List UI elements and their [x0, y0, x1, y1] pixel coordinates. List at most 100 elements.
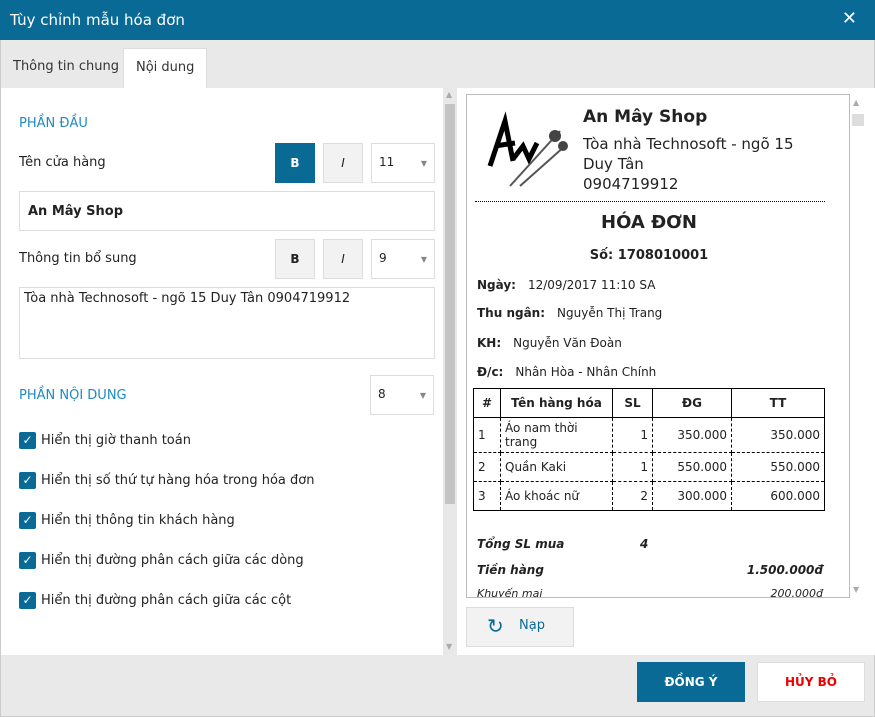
refresh-icon: ↻ [487, 614, 504, 638]
phone-line: 0904719912 [583, 175, 679, 193]
cell: 1 [612, 417, 653, 453]
address-row: Đ/c: Nhân Hòa - Nhân Chính [477, 365, 656, 379]
ok-button[interactable]: ĐỒNG Ý [637, 662, 745, 702]
checkbox-checked-icon[interactable]: ✓ [19, 592, 36, 609]
option-item-index[interactable]: ✓ Hiển thị số thứ tự hàng hóa trong hóa đ… [19, 472, 314, 489]
invoice-title: HÓA ĐƠN [601, 212, 697, 233]
content-size-select[interactable]: 8 ▼ [370, 375, 434, 415]
divider [475, 201, 825, 202]
option-label: Hiển thị đường phân cách giữa các cột [41, 593, 292, 608]
preview-shop-name: An Mây Shop [583, 107, 708, 127]
scroll-up-icon[interactable]: ▲ [446, 90, 452, 99]
cell: 350.000 [731, 417, 825, 453]
cell: 1 [612, 452, 653, 482]
table-row: 1 Áo nam thời trang 1 350.000 350.000 [473, 417, 825, 453]
invoice-preview: An Mây Shop Tòa nhà Technosoft - ngõ 15 D… [466, 94, 850, 598]
cell: 300.000 [652, 481, 732, 511]
size-value: 8 [378, 387, 386, 401]
extra-info-italic-button[interactable]: I [323, 239, 363, 279]
address-value: Nhân Hòa - Nhân Chính [515, 365, 657, 379]
cashier-row: Thu ngân: Nguyễn Thị Trang [477, 306, 662, 320]
settings-scrollbar[interactable]: ▲ ▼ [443, 88, 457, 655]
option-label: Hiển thị thông tin khách hàng [41, 513, 235, 528]
cell: Quần Kaki [500, 452, 613, 482]
store-name-input[interactable]: An Mây Shop [19, 191, 435, 231]
checkbox-checked-icon[interactable]: ✓ [19, 552, 36, 569]
scrollbar-thumb[interactable] [445, 104, 455, 504]
total-qty-value: 4 [640, 537, 649, 551]
scroll-up-icon[interactable]: ▲ [853, 98, 859, 107]
total-qty-label: Tổng SL mua [477, 537, 565, 551]
date-label: Ngày: [477, 278, 516, 292]
date-row: Ngày: 12/09/2017 11:10 SA [477, 278, 655, 292]
subtotal-value: 1.500.000đ [746, 563, 823, 577]
discount-value: 200.000đ [770, 587, 823, 598]
customer-value: Nguyễn Văn Đoàn [513, 336, 622, 350]
customer-row: KH: Nguyễn Văn Đoàn [477, 336, 622, 350]
cell: 350.000 [652, 417, 732, 453]
address-line: Tòa nhà Technosoft - ngõ 15 [583, 135, 794, 153]
section-header-title: PHẦN ĐẦU [19, 116, 88, 131]
col-qty: SL [612, 388, 653, 418]
option-payment-time[interactable]: ✓ Hiển thị giờ thanh toán [19, 432, 191, 449]
store-name-size-select[interactable]: 11 ▼ [371, 143, 435, 183]
preview-scrollbar[interactable]: ▲ ▼ [850, 94, 866, 598]
option-column-separator[interactable]: ✓ Hiển thị đường phân cách giữa các cột [19, 592, 291, 609]
items-table: # Tên hàng hóa SL ĐG TT 1 Áo nam thời tra… [473, 388, 825, 511]
settings-panel: PHẦN ĐẦU Tên cửa hàng B I 11 ▼ An Mây Sho… [0, 88, 443, 655]
checkbox-checked-icon[interactable]: ✓ [19, 512, 36, 529]
scroll-down-icon[interactable]: ▼ [446, 642, 452, 651]
preview-shop-info: Tòa nhà Technosoft - ngõ 15 Duy Tân 090471… [583, 134, 794, 194]
cell: 3 [473, 481, 501, 511]
chevron-down-icon: ▼ [419, 391, 426, 400]
size-value: 9 [379, 251, 387, 265]
close-icon[interactable]: ✕ [842, 8, 857, 29]
option-label: Hiển thị giờ thanh toán [41, 433, 191, 448]
table-row: 2 Quần Kaki 1 550.000 550.000 [473, 452, 825, 482]
cell: 2 [612, 481, 653, 511]
cell: Áo khoác nữ [500, 481, 613, 511]
cell: 1 [473, 417, 501, 453]
tab-content[interactable]: Nội dung [123, 48, 208, 88]
address-line: Duy Tân [583, 155, 644, 173]
extra-info-size-select[interactable]: 9 ▼ [371, 239, 435, 279]
cashier-label: Thu ngân: [477, 306, 546, 320]
cell: 2 [473, 452, 501, 482]
chevron-down-icon: ▼ [420, 255, 427, 264]
tab-general-info[interactable]: Thông tin chung [1, 48, 131, 88]
discount-label: Khuyến mại [477, 587, 543, 598]
store-name-italic-button[interactable]: I [323, 143, 363, 183]
size-value: 11 [379, 155, 395, 169]
table-header: # Tên hàng hóa SL ĐG TT [473, 388, 825, 418]
checkbox-checked-icon[interactable]: ✓ [19, 432, 36, 449]
title-text: Tùy chỉnh mẫu hóa đơn [10, 11, 185, 29]
table-row: 3 Áo khoác nữ 2 300.000 600.000 [473, 481, 825, 511]
cell: 550.000 [652, 452, 732, 482]
store-name-bold-button[interactable]: B [275, 143, 315, 183]
extra-info-label: Thông tin bổ sung [19, 251, 137, 266]
shop-logo [487, 111, 568, 187]
scrollbar-thumb[interactable] [852, 114, 864, 126]
dialog-title: Tùy chỉnh mẫu hóa đơn ✕ [0, 0, 875, 40]
cashier-value: Nguyễn Thị Trang [557, 306, 663, 320]
address-label: Đ/c: [477, 365, 504, 379]
scroll-down-icon[interactable]: ▼ [853, 585, 859, 594]
cell: 550.000 [731, 452, 825, 482]
extra-info-bold-button[interactable]: B [275, 239, 315, 279]
cancel-button[interactable]: HỦY BỎ [757, 662, 865, 702]
customer-label: KH: [477, 336, 502, 350]
option-customer-info[interactable]: ✓ Hiển thị thông tin khách hàng [19, 512, 235, 529]
col-total: TT [731, 388, 825, 418]
checkbox-checked-icon[interactable]: ✓ [19, 472, 36, 489]
col-price: ĐG [652, 388, 732, 418]
cell: 600.000 [731, 481, 825, 511]
option-label: Hiển thị số thứ tự hàng hóa trong hóa đơ… [41, 473, 315, 488]
extra-info-textarea[interactable]: Tòa nhà Technosoft - ngõ 15 Duy Tân 0904… [19, 287, 435, 359]
section-content-title: PHẦN NỘI DUNG [19, 388, 127, 403]
store-name-label: Tên cửa hàng [19, 155, 106, 170]
option-row-separator[interactable]: ✓ Hiển thị đường phân cách giữa các dòng [19, 552, 304, 569]
chevron-down-icon: ▼ [420, 159, 427, 168]
cell: Áo nam thời trang [500, 417, 613, 453]
tab-bar: Thông tin chung Nội dung [0, 40, 875, 88]
reload-button[interactable]: ↻ Nạp [466, 607, 574, 647]
